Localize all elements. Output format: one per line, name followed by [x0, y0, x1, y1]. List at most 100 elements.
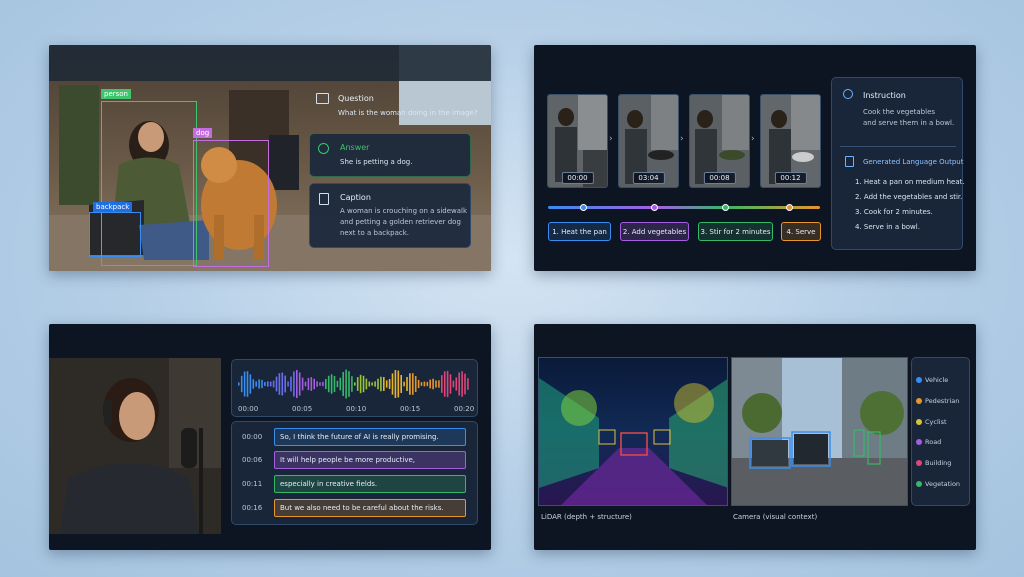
waveform-bar: [394, 370, 397, 398]
legend-item: Cyclist: [916, 418, 947, 426]
waveform-bar: [429, 379, 431, 389]
question-title: Question: [338, 94, 374, 103]
time-tick: 00:00: [238, 405, 259, 413]
step-chip[interactable]: 1. Heat the pan: [548, 222, 611, 241]
waveform-bar: [293, 371, 295, 397]
timeline-track[interactable]: [548, 206, 820, 209]
waveform-bar: [438, 380, 440, 388]
waveform-bar: [443, 371, 446, 397]
waveform-bar: [267, 381, 269, 387]
waveform-bar: [261, 379, 263, 389]
dog-box: [193, 140, 269, 267]
lidar-view[interactable]: [538, 357, 728, 506]
timestamp: 00:12: [774, 172, 807, 184]
video-frame-2[interactable]: 03:04: [618, 94, 679, 188]
legend-item: Road: [916, 438, 941, 446]
camera-label: Camera (visual context): [733, 513, 818, 521]
waveform-bar: [452, 380, 455, 388]
legend-swatch: [916, 439, 922, 445]
answer-title: Answer: [340, 143, 370, 152]
waveform-bar: [377, 378, 379, 390]
waveform-bar: [269, 381, 272, 387]
waveform-bar: [458, 372, 460, 396]
output-line: 3. Cook for 2 minutes.: [855, 208, 933, 216]
step-chip[interactable]: 3. Stir for 2 minutes: [698, 222, 773, 241]
step-chip[interactable]: 4. Serve: [781, 222, 821, 241]
waveform-bar: [351, 376, 353, 392]
transcript-line[interactable]: But we also need to be careful about the…: [274, 499, 466, 517]
waveform-bar: [356, 377, 359, 391]
question-card: Question What is the woman doing in the …: [304, 84, 478, 128]
waveform-bar: [333, 375, 336, 393]
waveform-bar: [414, 376, 417, 392]
transcript-time: 00:06: [242, 456, 263, 464]
timeline-marker[interactable]: [786, 204, 793, 211]
waveform-bar: [238, 382, 240, 386]
waveform-bar: [426, 381, 429, 387]
legend-swatch: [916, 481, 922, 487]
timeline-marker[interactable]: [580, 204, 587, 211]
waveform-bar: [252, 379, 255, 389]
caption-title: Caption: [340, 193, 371, 202]
video-frame-1[interactable]: 00:00: [547, 94, 608, 188]
waveform-bar: [307, 377, 310, 391]
legend-swatch: [916, 377, 922, 383]
timestamp: 00:00: [561, 172, 594, 184]
video-frame-3[interactable]: 00:08: [689, 94, 750, 188]
waveform-bar: [371, 382, 373, 386]
waveform-bar: [368, 381, 371, 387]
transcript-line[interactable]: It will help people be more productive,: [274, 451, 466, 469]
legend-swatch: [916, 460, 922, 466]
timeline-marker[interactable]: [722, 204, 729, 211]
video-frame-4[interactable]: 00:12: [760, 94, 821, 188]
waveform-bar: [383, 377, 385, 391]
waveform-bar: [359, 374, 362, 394]
caption-card: Caption A woman is crouching on a sidewa…: [309, 183, 471, 248]
waveform-bar: [385, 380, 388, 388]
waveform-bar: [380, 376, 382, 392]
camera-view[interactable]: [731, 357, 908, 506]
waveform-bar: [467, 378, 469, 390]
transcript-line[interactable]: especially in creative fields.: [274, 475, 466, 493]
time-tick: 00:10: [346, 405, 367, 413]
waveform-bar: [255, 381, 257, 387]
timeline-marker[interactable]: [651, 204, 658, 211]
waveform-bar: [455, 377, 458, 391]
waveform-bar: [403, 381, 405, 387]
waveform-bar: [412, 373, 414, 395]
legend-item: Pedestrian: [916, 397, 959, 405]
waveform-bar: [354, 382, 356, 386]
dog-tag: dog: [193, 128, 213, 138]
lidar-label: LiDAR (depth + structure): [541, 513, 632, 521]
instruction-card: Instruction Cook the vegetables and serv…: [831, 77, 965, 250]
backpack-tag: backpack: [93, 202, 133, 212]
waveform-bar: [264, 381, 266, 387]
time-tick: 00:20: [454, 405, 475, 413]
waveform-bar: [461, 371, 463, 397]
step-chip[interactable]: 2. Add vegetables: [620, 222, 689, 241]
caption-text: A woman is crouching on a sidewalk and p…: [340, 207, 468, 237]
legend-item: Vegetation: [916, 480, 960, 488]
waveform-bar: [391, 373, 394, 395]
waveform-bar: [362, 375, 365, 393]
waveform-bar: [243, 371, 246, 397]
transcript-line[interactable]: So, I think the future of AI is really p…: [274, 428, 466, 446]
waveform-bar: [298, 372, 301, 396]
waveform-bar: [313, 378, 315, 390]
answer-card: Answer She is petting a dog.: [309, 133, 471, 177]
waveform-bar: [258, 379, 260, 389]
legend-label: Vehicle: [925, 376, 949, 384]
transcript-time: 00:16: [242, 504, 263, 512]
timestamp: 03:04: [632, 172, 665, 184]
answer-text: She is petting a dog.: [340, 158, 413, 166]
waveform-bar: [441, 375, 443, 393]
waveform-bar: [423, 381, 426, 387]
waveform-bar: [397, 370, 400, 398]
instruction-title: Instruction: [863, 91, 906, 100]
question-text: What is the woman doing in the image?: [338, 109, 478, 117]
waveform-bar: [336, 380, 339, 388]
waveform-bar: [432, 378, 434, 390]
waveform-bar: [435, 380, 437, 388]
waveform-bar: [406, 377, 408, 391]
waveform[interactable]: [238, 368, 470, 400]
